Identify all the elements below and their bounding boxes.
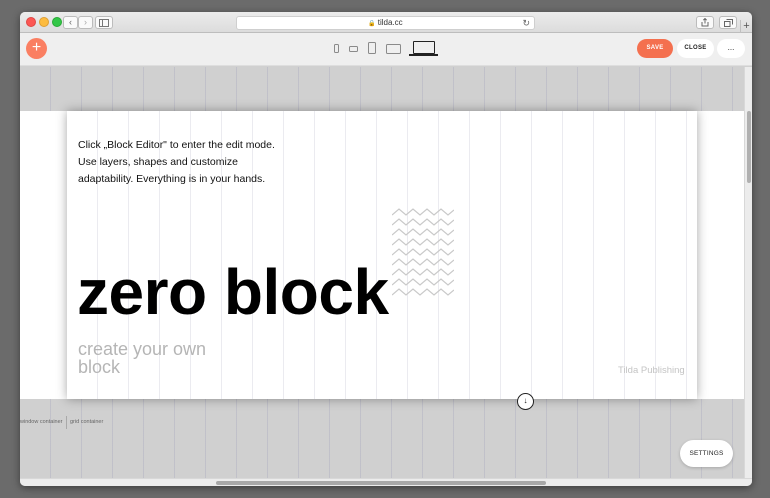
close-button[interactable]: CLOSE: [677, 39, 714, 58]
vertical-scroll-thumb[interactable]: [747, 111, 751, 183]
back-button[interactable]: ‹: [63, 16, 78, 29]
intro-line: Click „Block Editor" to enter the edit m…: [78, 139, 275, 151]
intro-text[interactable]: Click „Block Editor" to enter the edit m…: [78, 137, 288, 188]
reload-icon[interactable]: ↻: [522, 17, 530, 29]
more-options-button[interactable]: ...: [717, 39, 745, 58]
resize-height-handle[interactable]: ↓: [517, 393, 534, 410]
phone-portrait-icon[interactable]: [334, 44, 339, 53]
close-window-icon[interactable]: [26, 17, 36, 27]
intro-line: adaptability. Everything is in your hand…: [78, 173, 266, 185]
editor-workspace: Click „Block Editor" to enter the edit m…: [20, 67, 744, 478]
new-tab-button[interactable]: +: [740, 20, 752, 33]
save-button[interactable]: SAVE: [637, 39, 673, 58]
block-title[interactable]: zero block: [77, 257, 389, 327]
lock-icon: 🔒: [368, 21, 376, 27]
window-container-label: window container: [20, 419, 63, 425]
settings-button[interactable]: SETTINGS: [680, 440, 733, 467]
forward-button[interactable]: ›: [78, 16, 93, 29]
tabs-icon: [723, 19, 733, 27]
grid-container-label: grid container: [70, 419, 104, 425]
phone-landscape-icon[interactable]: [349, 46, 358, 52]
zigzag-shape-icon[interactable]: [392, 207, 454, 299]
editor-toolbar: + SAVE CLOSE ...: [20, 33, 752, 66]
browser-window: ‹ › 🔒 tilda.cc ↻ + + SAVE CLOSE ... Clic…: [20, 12, 752, 486]
browser-chrome: ‹ › 🔒 tilda.cc ↻ +: [20, 12, 752, 33]
publisher-text[interactable]: Tilda Publishing: [618, 365, 685, 376]
sidebar-toggle-button[interactable]: [95, 16, 113, 29]
share-icon: [701, 17, 709, 27]
horizontal-scroll-thumb[interactable]: [216, 481, 546, 485]
address-bar[interactable]: 🔒 tilda.cc ↻: [236, 16, 535, 30]
intro-line: Use layers, shapes and customize: [78, 156, 238, 168]
block-subtitle[interactable]: create your own block: [78, 340, 238, 376]
tablet-portrait-icon[interactable]: [368, 42, 376, 54]
label-divider: [66, 416, 67, 429]
desktop-laptop-icon[interactable]: [409, 41, 438, 56]
tablet-landscape-icon[interactable]: [386, 44, 401, 54]
subtitle-line: create your own: [78, 339, 207, 359]
vertical-scrollbar[interactable]: [744, 67, 752, 478]
horizontal-scrollbar[interactable]: [20, 478, 752, 486]
tab-overview-button[interactable]: [719, 16, 737, 29]
subtitle-line: block: [78, 357, 121, 377]
share-button[interactable]: [696, 16, 714, 29]
url-text: tilda.cc: [377, 18, 403, 27]
minimize-window-icon[interactable]: [39, 17, 49, 27]
sidebar-icon: [99, 19, 109, 27]
maximize-window-icon[interactable]: [52, 17, 62, 27]
